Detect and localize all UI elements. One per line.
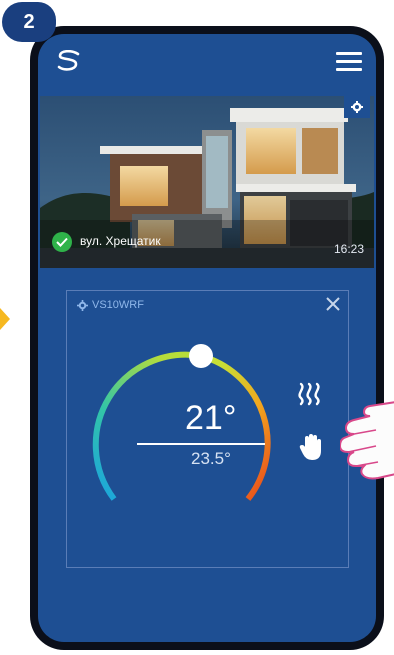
thermostat-card[interactable]: VS10WRF 21° 23.5° bbox=[66, 290, 349, 568]
current-temperature: 21° bbox=[185, 399, 237, 437]
step-number: 2 bbox=[23, 10, 35, 33]
location-address: вул. Хрещатик bbox=[80, 234, 161, 248]
heating-icon bbox=[298, 382, 320, 406]
step-badge: 2 bbox=[2, 2, 56, 42]
manual-mode-icon[interactable] bbox=[299, 433, 323, 461]
app-screen: вул. Хрещатик 16:23 VS10WRF 21° 23.5° bbox=[38, 34, 376, 642]
temperature-divider bbox=[137, 443, 265, 445]
top-bar bbox=[38, 34, 376, 90]
hamburger-icon bbox=[336, 52, 362, 55]
yellow-arrow-tip bbox=[0, 308, 10, 330]
location-time: 16:23 bbox=[333, 242, 364, 256]
location-settings-icon[interactable] bbox=[344, 96, 370, 118]
pointing-hand-cursor bbox=[340, 401, 394, 480]
menu-button[interactable] bbox=[336, 52, 362, 72]
set-temperature: 23.5° bbox=[191, 449, 231, 468]
location-card[interactable]: вул. Хрещатик 16:23 bbox=[40, 96, 374, 268]
salus-logo[interactable] bbox=[56, 50, 82, 72]
dial-knob bbox=[189, 344, 213, 368]
check-icon bbox=[52, 232, 72, 252]
